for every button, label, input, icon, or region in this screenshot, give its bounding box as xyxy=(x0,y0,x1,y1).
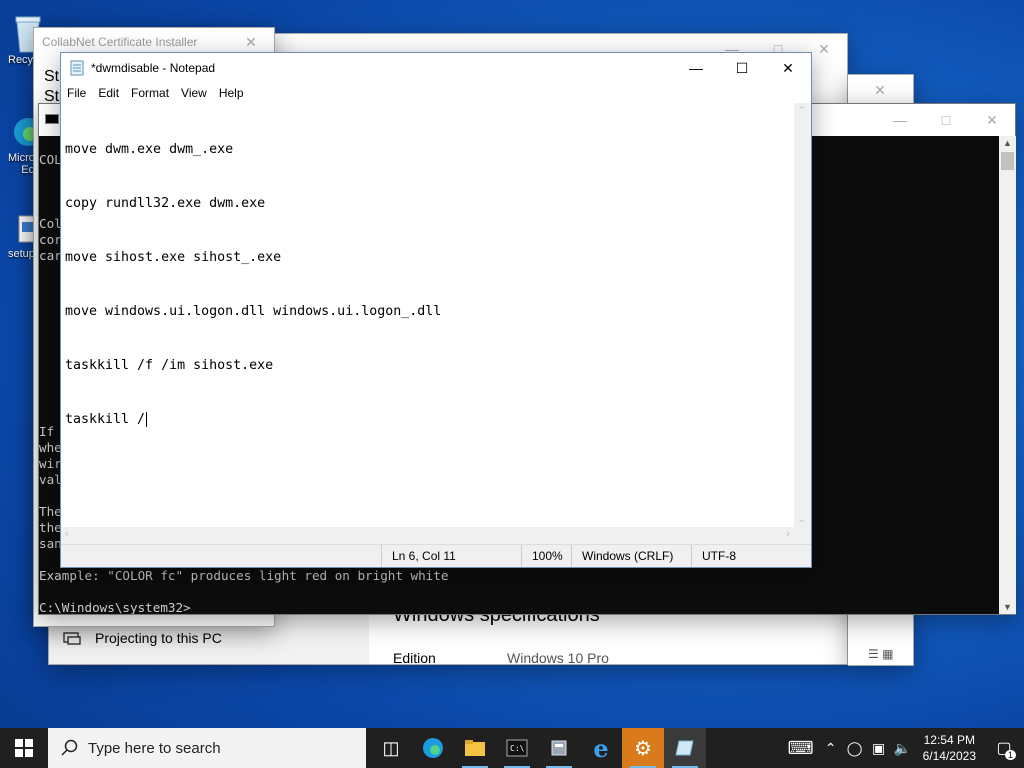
cmd-text-fragment: san xyxy=(39,536,62,551)
cmd-prompt: C:\Windows\system32> xyxy=(39,600,191,614)
sidebar-item-label: Projecting to this PC xyxy=(95,630,222,646)
ie-icon[interactable]: e xyxy=(580,728,622,768)
view-toggle-icon[interactable]: ☰ ▦ xyxy=(868,647,893,661)
cmd-text-fragment: wir xyxy=(39,456,62,471)
cmd-text-fragment: Col xyxy=(39,216,62,231)
body-text-1: St xyxy=(44,68,60,85)
taskbar: Type here to search ◫ C:\ e ⚙ ⌨ ⌃ ◯ ▣ 🔈 … xyxy=(0,728,1024,768)
minimize-icon[interactable]: — xyxy=(877,104,923,136)
text-caret xyxy=(146,411,148,427)
cmd-text-fragment: the xyxy=(39,520,62,535)
status-spacer xyxy=(61,545,381,567)
scroll-down-icon[interactable]: ⌄ xyxy=(798,514,806,525)
scroll-up-icon[interactable]: ⌃ xyxy=(798,105,806,116)
network-tool-icon[interactable] xyxy=(538,728,580,768)
editor-line: taskkill / xyxy=(65,412,146,427)
editor-line: taskkill /f /im sihost.exe xyxy=(65,358,274,373)
editor-line: copy rundll32.exe dwm.exe xyxy=(65,196,266,211)
file-explorer-icon[interactable] xyxy=(454,728,496,768)
clock[interactable]: 12:54 PM 6/14/2023 xyxy=(915,732,984,764)
menu-file[interactable]: File xyxy=(67,86,86,100)
status-encoding: UTF-8 xyxy=(691,545,811,567)
menu-bar: File Edit Format View Help xyxy=(61,83,811,103)
horizontal-scrollbar[interactable]: ‹ › xyxy=(61,527,794,544)
minimize-icon[interactable]: — xyxy=(673,53,719,83)
cmd-text-fragment: The xyxy=(39,504,62,519)
vertical-scrollbar[interactable]: ⌃ ⌄ xyxy=(794,103,811,527)
search-input[interactable]: Type here to search xyxy=(48,728,366,768)
cmd-scrollbar[interactable]: ▲ ▼ xyxy=(999,136,1016,614)
cmd-example-line: Example: "COLOR fc" produces light red o… xyxy=(39,568,449,583)
settings-icon[interactable]: ⚙ xyxy=(622,728,664,768)
notification-badge: 1 xyxy=(1004,750,1016,760)
editor-line: move windows.ui.logon.dll windows.ui.log… xyxy=(65,304,442,319)
folder-shape xyxy=(465,740,485,756)
status-line-ending: Windows (CRLF) xyxy=(571,545,691,567)
editor-line-current: taskkill / xyxy=(65,411,790,429)
task-view-icon[interactable]: ◫ xyxy=(370,728,412,768)
svg-text:C:\: C:\ xyxy=(510,744,525,753)
search-icon xyxy=(61,739,78,756)
start-button[interactable] xyxy=(0,728,48,768)
edition-value: Windows 10 Pro xyxy=(507,650,609,666)
menu-help[interactable]: Help xyxy=(219,86,244,100)
cmd-text-fragment: car xyxy=(39,248,62,263)
window-title: *dwmdisable - Notepad xyxy=(91,61,216,75)
editor-line: move dwm.exe dwm_.exe xyxy=(65,142,234,157)
notepad-icon xyxy=(70,60,84,76)
search-placeholder: Type here to search xyxy=(88,739,221,757)
edition-label: Edition xyxy=(393,650,436,666)
cmd-icon xyxy=(45,114,59,124)
status-bar: Ln 6, Col 11 100% Windows (CRLF) UTF-8 xyxy=(61,544,811,567)
scroll-up-icon[interactable]: ▲ xyxy=(1003,138,1012,148)
keyboard-icon[interactable]: ⌨ xyxy=(783,728,819,768)
scroll-down-icon[interactable]: ▼ xyxy=(1003,602,1012,612)
clock-date: 6/14/2023 xyxy=(922,749,976,763)
ie-glyph: e xyxy=(593,733,609,763)
cmd-text-fragment: cor xyxy=(39,232,62,247)
menu-edit[interactable]: Edit xyxy=(98,86,119,100)
status-zoom: 100% xyxy=(521,545,571,567)
scroll-thumb[interactable] xyxy=(1001,152,1014,170)
cmd-text-fragment: If xyxy=(39,424,55,439)
windows-logo-icon xyxy=(15,739,33,757)
edge-logo xyxy=(423,738,443,758)
gear-icon: ⚙ xyxy=(634,737,652,760)
maximize-icon[interactable]: ☐ xyxy=(719,53,765,83)
close-icon[interactable]: ✕ xyxy=(765,53,811,83)
cmd-text-fragment: whe xyxy=(39,440,62,455)
scroll-corner xyxy=(794,527,811,544)
cmd-text-fragment: COL xyxy=(39,152,62,167)
projector-icon xyxy=(63,632,81,645)
notepad-icon[interactable] xyxy=(664,728,706,768)
server-shape xyxy=(551,740,567,756)
clock-time: 12:54 PM xyxy=(923,733,975,747)
notification-center-icon[interactable]: ▢ 1 xyxy=(984,728,1024,768)
scroll-right-icon[interactable]: › xyxy=(786,528,790,540)
system-tray: ⌨ ⌃ ◯ ▣ 🔈 12:54 PM 6/14/2023 ▢ 1 xyxy=(783,728,1024,768)
text-editor[interactable]: move dwm.exe dwm_.exe copy rundll32.exe … xyxy=(61,103,794,527)
edge-icon[interactable] xyxy=(412,728,454,768)
maximize-icon[interactable]: □ xyxy=(923,104,969,136)
volume-muted-icon[interactable]: 🔈 xyxy=(891,728,915,768)
cmd-icon[interactable]: C:\ xyxy=(496,728,538,768)
close-icon[interactable]: ✕ xyxy=(847,75,913,105)
sidebar-item-projecting[interactable]: Projecting to this PC xyxy=(63,630,222,646)
notepad-window[interactable]: *dwmdisable - Notepad — ☐ ✕ File Edit Fo… xyxy=(60,52,812,568)
menu-format[interactable]: Format xyxy=(131,86,169,100)
editor-line: move sihost.exe sihost_.exe xyxy=(65,250,282,265)
status-position: Ln 6, Col 11 xyxy=(381,545,521,567)
window-title: CollabNet Certificate Installer xyxy=(42,35,198,49)
cmd-shape: C:\ xyxy=(506,739,528,757)
close-icon[interactable]: ✕ xyxy=(969,104,1015,136)
scroll-left-icon[interactable]: ‹ xyxy=(65,528,69,540)
network-icon[interactable]: ▣ xyxy=(867,728,891,768)
chevron-up-icon[interactable]: ⌃ xyxy=(819,728,843,768)
cmd-text-fragment: val xyxy=(39,472,62,487)
notepad-shape xyxy=(675,740,694,756)
security-icon[interactable]: ◯ xyxy=(843,728,867,768)
menu-view[interactable]: View xyxy=(181,86,207,100)
